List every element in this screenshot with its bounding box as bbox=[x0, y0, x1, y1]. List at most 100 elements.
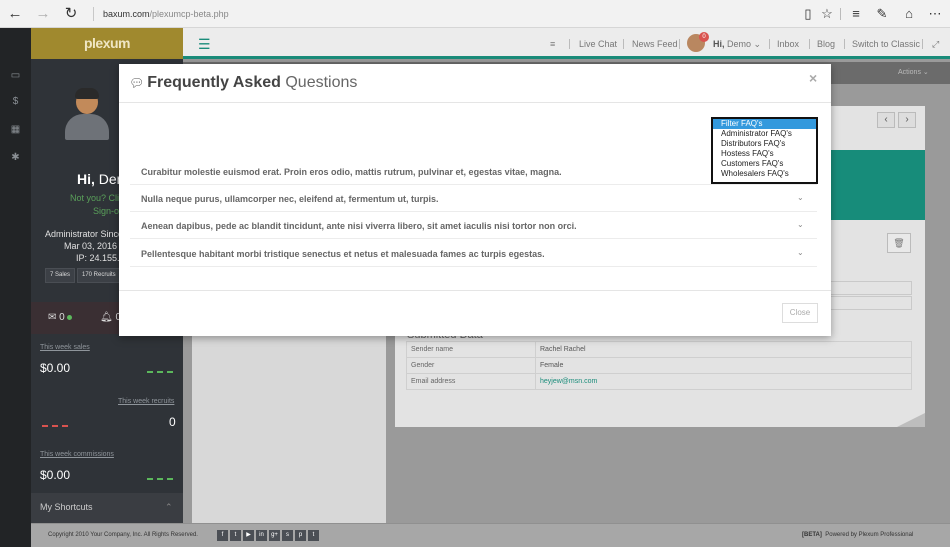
divider bbox=[922, 39, 923, 49]
faq-modal: 💬︎ Frequently Asked Questions × Filter FA… bbox=[119, 64, 831, 336]
faq-item[interactable]: Pellentesque habitant morbi tristique se… bbox=[130, 240, 817, 267]
googleplus-icon[interactable]: g+ bbox=[269, 530, 280, 541]
forward-icon[interactable]: → bbox=[34, 5, 52, 23]
web-note-icon[interactable]: ✎ bbox=[873, 5, 891, 23]
email-link[interactable]: heyjew@msn.com bbox=[535, 373, 912, 390]
filter-option[interactable]: Filter FAQ's bbox=[713, 119, 816, 129]
chevron-down-icon: ⌄ bbox=[797, 193, 804, 202]
avatar bbox=[65, 88, 109, 140]
expand-icon[interactable]: ⤢ bbox=[932, 39, 939, 50]
dollar-icon[interactable]: $ bbox=[0, 96, 31, 107]
trash-icon: 🗑︎ bbox=[893, 238, 905, 248]
divider bbox=[93, 7, 94, 21]
url-host: baxum.com bbox=[103, 9, 150, 19]
week-sales-value: $0.00 bbox=[40, 361, 71, 375]
linkedin-icon[interactable]: in bbox=[256, 530, 267, 541]
filter-option[interactable]: Distributors FAQ's bbox=[713, 139, 816, 149]
sales-sparkline bbox=[147, 371, 173, 373]
address-bar[interactable]: baxum.com/plexumcp-beta.php bbox=[103, 9, 229, 19]
favorite-star-icon[interactable]: ☆ bbox=[818, 5, 836, 23]
chevron-down-icon: ⌄ bbox=[797, 220, 804, 229]
more-icon[interactable]: ⋯ bbox=[926, 5, 944, 23]
week-commissions-label: This week commissions bbox=[40, 451, 114, 458]
next-button[interactable]: › bbox=[898, 112, 916, 128]
recruits-badge[interactable]: 170 Recruits bbox=[77, 268, 121, 283]
faq-item[interactable]: Nulla neque purus, ullamcorper nec, elei… bbox=[130, 185, 817, 212]
youtube-icon[interactable]: ▶ bbox=[243, 530, 254, 541]
mail-button[interactable]: ✉ 0 bbox=[48, 312, 72, 323]
week-commissions-value: $0.00 bbox=[40, 468, 71, 482]
skype-icon[interactable]: s bbox=[282, 530, 293, 541]
comments-icon: 💬︎ bbox=[129, 76, 145, 90]
divider bbox=[844, 39, 845, 49]
prev-button[interactable]: ‹ bbox=[877, 112, 895, 128]
ip-address: IP: 24.155.2 bbox=[76, 253, 125, 263]
faq-item[interactable]: Aenean dapibus, pede ac blandit tincidun… bbox=[130, 212, 817, 239]
my-shortcuts[interactable]: My Shortcuts ⌃ bbox=[31, 493, 183, 523]
sales-badge[interactable]: 7 Sales bbox=[45, 268, 76, 283]
refresh-icon[interactable]: ↻ bbox=[62, 5, 80, 23]
trash-button[interactable]: 🗑︎ bbox=[887, 233, 911, 253]
copyright: Copyright 2010 Your Company, Inc. All Ri… bbox=[48, 532, 198, 538]
table-row: Gender Female bbox=[406, 357, 912, 374]
since-date: Mar 03, 2016 0 bbox=[64, 241, 125, 251]
bell-button[interactable]: 🔔︎ 0 bbox=[100, 312, 121, 323]
divider bbox=[809, 39, 810, 49]
topbar: ☰ ≡ Live Chat News Feed 0 Hi, Demo ⌄ Inb… bbox=[183, 28, 950, 59]
chart-icon[interactable]: ▦ bbox=[0, 124, 31, 135]
inbox-link[interactable]: Inbox bbox=[777, 39, 799, 49]
modal-footer: Close bbox=[119, 290, 831, 336]
table-row: Sender name Rachel Rachel bbox=[406, 341, 912, 358]
divider bbox=[769, 39, 770, 49]
close-icon[interactable]: × bbox=[809, 70, 817, 86]
faq-question: Curabitur molestie euismod erat. Proin e… bbox=[141, 167, 562, 177]
divider bbox=[679, 39, 680, 49]
hub-icon[interactable]: ≡ bbox=[847, 5, 865, 23]
role-since: Administrator Since bbox=[45, 229, 124, 239]
week-recruits-label: This week recruits bbox=[118, 398, 175, 405]
blog-link[interactable]: Blog bbox=[817, 39, 835, 49]
footer: Copyright 2010 Your Company, Inc. All Ri… bbox=[31, 523, 950, 547]
divider bbox=[623, 39, 624, 49]
footer-powered: [BETA] Powered by Plexum Professional bbox=[802, 532, 914, 538]
gear-icon[interactable]: ✱ bbox=[0, 152, 31, 163]
faq-question: Pellentesque habitant morbi tristique se… bbox=[141, 249, 545, 259]
back-icon[interactable]: ← bbox=[6, 5, 24, 23]
url-path: /plexumcp-beta.php bbox=[149, 9, 229, 19]
logo[interactable]: plexum bbox=[31, 28, 183, 59]
mail-icon: ✉ bbox=[48, 312, 57, 323]
tumblr-icon[interactable]: t bbox=[308, 530, 319, 541]
switch-classic-link[interactable]: Switch to Classic bbox=[852, 39, 920, 49]
reading-view-icon[interactable]: ▯ bbox=[799, 5, 817, 23]
chat-icon: ≡ bbox=[550, 39, 556, 49]
live-chat-link[interactable]: Live Chat bbox=[579, 39, 617, 49]
chevron-up-icon: ⌃ bbox=[165, 502, 173, 512]
week-recruits-value: 0 bbox=[169, 415, 176, 429]
menu-icon[interactable]: ☰ bbox=[198, 36, 211, 53]
commissions-sparkline bbox=[147, 478, 173, 480]
online-dot bbox=[66, 314, 72, 320]
page-fold bbox=[897, 413, 925, 427]
faq-item[interactable]: Curabitur molestie euismod erat. Proin e… bbox=[130, 158, 817, 185]
filter-option[interactable]: Administrator FAQ's bbox=[713, 129, 816, 139]
divider bbox=[840, 8, 841, 20]
user-menu[interactable]: Hi, Demo ⌄ bbox=[713, 39, 761, 50]
share-icon[interactable]: ⌂ bbox=[900, 5, 918, 23]
table-row: Email address heyjew@msn.com bbox=[406, 373, 912, 390]
modal-header: 💬︎ Frequently Asked Questions × bbox=[119, 64, 831, 103]
icon-rail: ▭ $ ▦ ✱ bbox=[0, 28, 31, 547]
monitor-icon[interactable]: ▭ bbox=[0, 70, 31, 81]
notification-badge: 0 bbox=[699, 32, 709, 42]
close-button[interactable]: Close bbox=[782, 303, 818, 323]
modal-title: 💬︎ Frequently Asked Questions bbox=[129, 74, 358, 91]
facebook-icon[interactable]: f bbox=[217, 530, 228, 541]
chevron-down-icon: ⌄ bbox=[797, 248, 804, 257]
news-feed-link[interactable]: News Feed bbox=[632, 39, 678, 49]
twitter-icon[interactable]: t bbox=[230, 530, 241, 541]
browser-toolbar: ← → ↻ baxum.com/plexumcp-beta.php ▯ ☆ ≡ … bbox=[0, 0, 950, 28]
week-sales-label: This week sales bbox=[40, 344, 90, 351]
actions-dropdown[interactable]: Actions ⌄ bbox=[898, 68, 929, 76]
divider bbox=[569, 39, 570, 49]
recruits-sparkline bbox=[42, 425, 68, 427]
pinterest-icon[interactable]: p bbox=[295, 530, 306, 541]
